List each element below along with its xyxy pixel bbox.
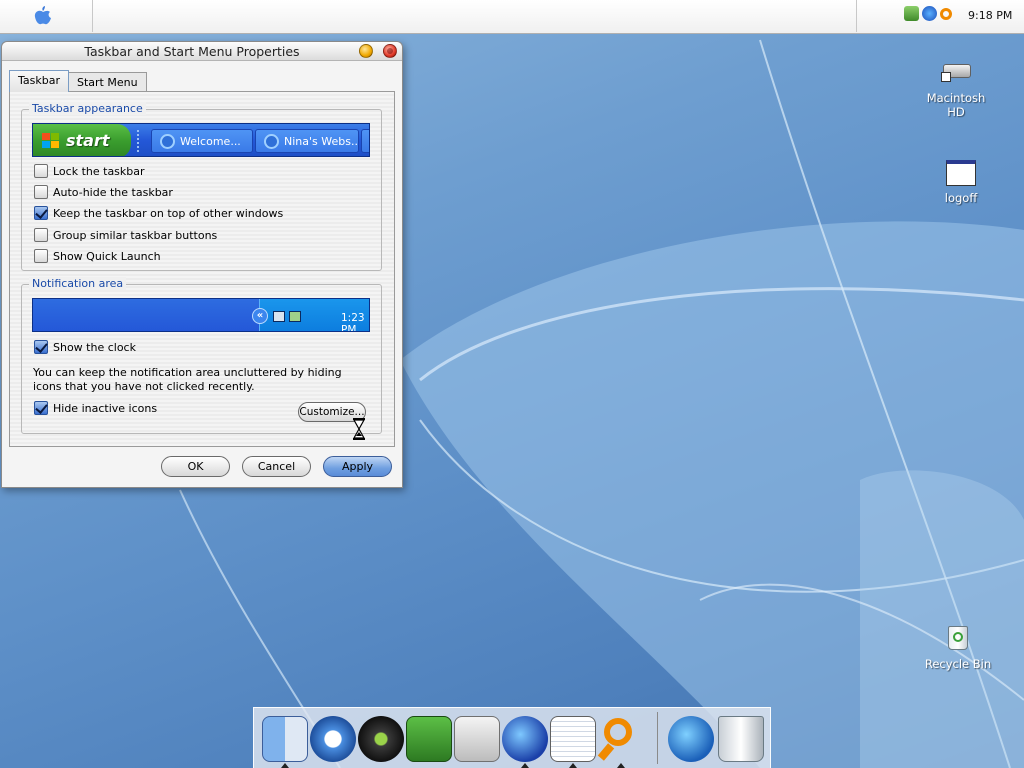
checkbox[interactable] — [34, 228, 48, 242]
start-button-preview: start — [33, 124, 131, 156]
checkbox-label: Show Quick Launch — [53, 249, 161, 263]
dock — [253, 707, 771, 768]
menubar-clock[interactable]: 9:18 PM — [968, 9, 1012, 22]
notification-description: You can keep the notification area unclu… — [33, 366, 342, 393]
close-button[interactable] — [383, 44, 397, 58]
desktop-icon-recycle-bin[interactable]: Recycle Bin — [922, 624, 994, 671]
hourglass-cursor-icon — [352, 418, 366, 440]
tab-start-menu[interactable]: Start Menu — [68, 72, 147, 92]
window-icon — [944, 158, 978, 188]
checkbox-label: Keep the taskbar on top of other windows — [53, 206, 284, 220]
browser-icon[interactable] — [922, 6, 937, 21]
taskbar-preview-task: Nina's Webs... — [255, 129, 359, 153]
task-label: Nina's Webs... — [284, 135, 359, 148]
option-keep-on-top[interactable]: Keep the taskbar on top of other windows — [34, 206, 283, 220]
running-indicator — [617, 763, 625, 768]
option-hide-inactive-icons[interactable]: Hide inactive icons — [34, 401, 157, 415]
option-show-clock[interactable]: Show the clock — [34, 340, 136, 354]
ok-button[interactable]: OK — [161, 456, 230, 477]
taskbar-appearance-label: Taskbar appearance — [29, 102, 146, 115]
checkbox-label: Hide inactive icons — [53, 401, 158, 415]
textedit-icon[interactable] — [550, 716, 596, 762]
desktop-icon-label: logoff — [944, 191, 978, 205]
checkbox-label: Auto-hide the taskbar — [53, 185, 173, 199]
checkbox[interactable] — [34, 206, 48, 220]
running-indicator — [281, 763, 289, 768]
search-icon[interactable] — [940, 7, 952, 20]
menubar-tray — [904, 6, 952, 21]
desktop-icon-macintosh-hd[interactable]: Macintosh HD — [920, 58, 992, 119]
browser-icon[interactable] — [502, 716, 548, 762]
checkbox[interactable] — [34, 164, 48, 178]
internet-icon[interactable] — [668, 716, 714, 762]
minimize-button[interactable] — [359, 44, 373, 58]
running-indicator — [521, 763, 529, 768]
apple-menu-icon[interactable] — [32, 6, 54, 26]
desktop-icon-label: Macintosh HD — [926, 91, 986, 119]
checkbox-label: Group similar taskbar buttons — [53, 228, 218, 242]
desktop-icon-logoff[interactable]: logoff — [925, 158, 997, 205]
option-show-quick-launch[interactable]: Show Quick Launch — [34, 249, 161, 263]
network-icon — [289, 311, 301, 322]
chevron-left-icon: « — [252, 308, 268, 324]
taskbar-preview-task: Welcome... — [151, 129, 253, 153]
start-label: start — [66, 131, 110, 150]
notification-area-label: Notification area — [29, 277, 127, 290]
taskbar-preview-task — [361, 129, 369, 153]
hard-drive-icon — [939, 58, 973, 88]
option-auto-hide[interactable]: Auto-hide the taskbar — [34, 185, 173, 199]
ie-icon — [264, 134, 279, 149]
checkbox-label: Show the clock — [53, 340, 136, 354]
checkbox[interactable] — [34, 401, 48, 415]
finder-icon[interactable] — [262, 716, 308, 762]
checkbox[interactable] — [34, 249, 48, 263]
network-icon[interactable] — [904, 6, 919, 21]
safari-icon[interactable] — [310, 716, 356, 762]
dialog-titlebar[interactable]: Taskbar and Start Menu Properties — [2, 42, 402, 61]
option-lock-taskbar[interactable]: Lock the taskbar — [34, 164, 145, 178]
option-group-buttons[interactable]: Group similar taskbar buttons — [34, 228, 217, 242]
dialog-tabs: Taskbar Start Menu — [9, 70, 147, 92]
windows-flag-icon — [42, 133, 59, 149]
menu-bar: 9:18 PM — [0, 0, 1024, 34]
apply-button[interactable]: Apply — [323, 456, 392, 477]
checkbox[interactable] — [34, 185, 48, 199]
utilities-icon[interactable] — [454, 716, 500, 762]
menubar-divider — [856, 0, 857, 32]
search-icon[interactable] — [597, 716, 644, 762]
trash-icon[interactable] — [718, 716, 764, 762]
preview-clock: 1:23 PM — [341, 312, 365, 332]
dialog-title: Taskbar and Start Menu Properties — [84, 44, 300, 59]
desktop-icon-label: Recycle Bin — [924, 657, 992, 671]
checkbox[interactable] — [34, 340, 48, 354]
network-icon — [273, 311, 285, 322]
cancel-button[interactable]: Cancel — [242, 456, 311, 477]
notification-preview: « 1:23 PM — [32, 298, 370, 332]
taskbar-preview: start Welcome... Nina's Webs... — [32, 123, 370, 157]
ie-icon — [160, 134, 175, 149]
tab-taskbar[interactable]: Taskbar — [9, 70, 69, 92]
checkbox-label: Lock the taskbar — [53, 164, 145, 178]
dock-divider — [657, 712, 658, 764]
running-indicator — [569, 763, 577, 768]
itunes-icon[interactable] — [358, 716, 404, 762]
menubar-divider — [92, 0, 93, 32]
recycle-bin-icon — [941, 624, 975, 654]
iphoto-icon[interactable] — [406, 716, 452, 762]
taskbar-grip — [137, 130, 140, 152]
task-label: Welcome... — [180, 135, 241, 148]
